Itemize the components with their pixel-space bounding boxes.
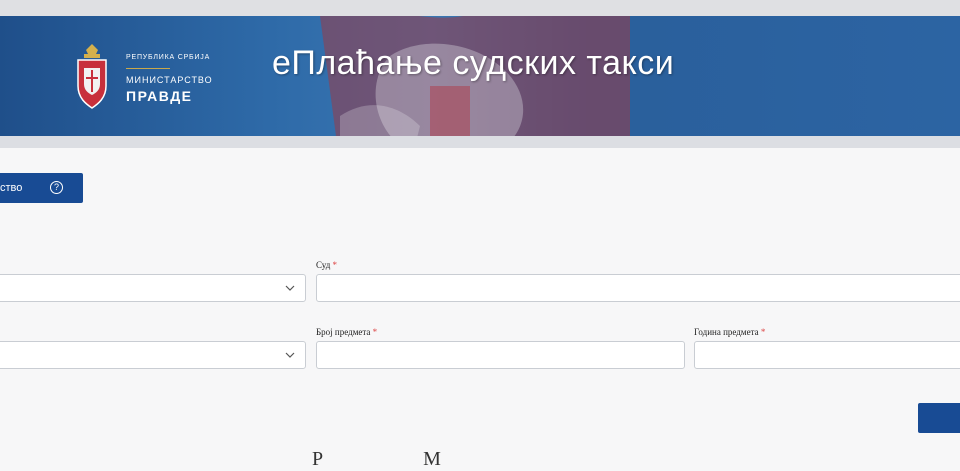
chevron-down-icon bbox=[285, 285, 295, 291]
app-title: еПлаћање судских такси bbox=[272, 44, 675, 82]
court-label: Суд * bbox=[316, 260, 338, 270]
help-button[interactable]: ство ? bbox=[0, 173, 83, 203]
select-field-two[interactable] bbox=[0, 341, 306, 369]
ministry-line-2: ПРАВДЕ bbox=[126, 88, 193, 104]
republic-text: РЕПУБЛИКА СРБИЈА bbox=[126, 54, 211, 61]
case-year-input[interactable] bbox=[694, 341, 960, 369]
required-mark: * bbox=[372, 327, 378, 337]
banner-bottom-strip bbox=[0, 136, 960, 148]
required-mark: * bbox=[760, 327, 766, 337]
header-banner: РЕПУБЛИКА СРБИЈА МИНИСТАРСТВО ПРАВДЕ еПл… bbox=[0, 16, 960, 136]
ministry-logo-text: РЕПУБЛИКА СРБИЈА МИНИСТАРСТВО ПРАВДЕ bbox=[126, 54, 213, 104]
serbia-coat-of-arms-icon bbox=[77, 44, 107, 109]
help-button-label: ство bbox=[0, 182, 23, 194]
question-circle-icon: ? bbox=[50, 181, 63, 194]
gold-divider bbox=[126, 68, 170, 69]
case-year-label: Година предмета * bbox=[694, 327, 766, 337]
ministry-line-1: МИНИСТАРСТВО bbox=[126, 75, 213, 85]
required-mark: * bbox=[332, 260, 338, 270]
case-number-input[interactable] bbox=[316, 341, 685, 369]
browser-top-strip bbox=[0, 0, 960, 16]
chevron-down-icon bbox=[285, 352, 295, 358]
case-number-label: Број предмета * bbox=[316, 327, 378, 337]
submit-button[interactable] bbox=[918, 403, 960, 433]
court-input[interactable] bbox=[316, 274, 960, 302]
select-field-one[interactable] bbox=[0, 274, 306, 302]
